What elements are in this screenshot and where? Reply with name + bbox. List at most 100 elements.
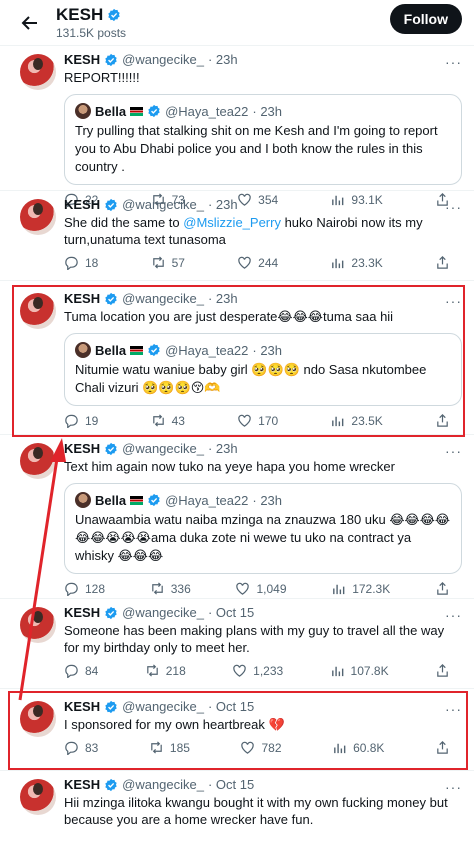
author-handle[interactable]: @wangecike_: [122, 699, 204, 714]
reply-button[interactable]: 128: [64, 581, 105, 596]
author-name[interactable]: KESH: [64, 52, 100, 67]
timestamp[interactable]: · 23h: [208, 291, 238, 306]
quote-text: Try pulling that stalking shit on me Kes…: [75, 123, 438, 174]
share-button[interactable]: [435, 581, 450, 596]
quoted-tweet[interactable]: Bella @Haya_tea22 · 23h Try pulling that …: [64, 94, 462, 185]
share-button[interactable]: [435, 740, 450, 755]
timestamp[interactable]: · Oct 15: [208, 699, 254, 714]
tweet[interactable]: KESH @wangecike_ · 23h ··· She did the sa…: [0, 191, 474, 281]
author-name[interactable]: KESH: [64, 441, 100, 456]
tweet-text: REPORT!!!!!!: [64, 70, 140, 85]
reply-button[interactable]: 19: [64, 413, 98, 428]
repost-icon: [151, 582, 163, 595]
share-button[interactable]: [435, 663, 450, 678]
more-options-icon[interactable]: ···: [445, 701, 462, 717]
avatar[interactable]: [20, 443, 56, 479]
tweet[interactable]: KESH @wangecike_ · 23h ··· REPORT!!!!!! B…: [0, 46, 474, 207]
heart-icon: [238, 256, 251, 269]
avatar[interactable]: [20, 779, 56, 815]
verified-badge-icon: [104, 197, 118, 212]
like-count: 782: [261, 740, 282, 755]
views-button[interactable]: 23.5K: [330, 413, 383, 428]
like-button[interactable]: 1,049: [235, 581, 287, 596]
verified-badge-icon: [104, 699, 118, 714]
timestamp[interactable]: · Oct 15: [208, 777, 254, 792]
share-icon: [437, 741, 448, 754]
author-name[interactable]: KESH: [64, 197, 100, 212]
timestamp[interactable]: · 23h: [208, 52, 238, 67]
mention-link[interactable]: @Mslizzie_Perry: [183, 215, 281, 230]
author-name[interactable]: KESH: [64, 605, 100, 620]
like-button[interactable]: 170: [237, 413, 278, 428]
quote-author-name: Bella: [95, 342, 127, 358]
share-icon: [437, 582, 448, 595]
author-handle[interactable]: @wangecike_: [122, 291, 204, 306]
like-button[interactable]: 1,233: [232, 663, 283, 678]
views-button[interactable]: 23.3K: [330, 255, 383, 270]
author-handle[interactable]: @wangecike_: [122, 52, 204, 67]
views-button[interactable]: 60.8K: [332, 740, 384, 755]
quoted-tweet[interactable]: Bella @Haya_tea22 · 23h Nitumie watu wani…: [64, 333, 462, 406]
more-options-icon[interactable]: ···: [445, 54, 462, 70]
more-options-icon[interactable]: ···: [445, 779, 462, 795]
tweet[interactable]: KESH @wangecike_ · 23h ··· Tuma location …: [0, 281, 474, 435]
repost-button[interactable]: 185: [149, 740, 190, 755]
timestamp[interactable]: · 23h: [208, 197, 238, 212]
avatar[interactable]: [20, 293, 56, 329]
tweet[interactable]: KESH @wangecike_ · Oct 15 ··· Hii mzinga …: [0, 771, 474, 841]
author-handle[interactable]: @wangecike_: [122, 197, 204, 212]
tweet-text: I sponsored for my own heartbreak 💔: [64, 717, 285, 732]
reply-button[interactable]: 83: [64, 740, 98, 755]
repost-button[interactable]: 57: [151, 255, 185, 270]
repost-button[interactable]: 336: [150, 581, 191, 596]
repost-button[interactable]: 43: [151, 413, 185, 428]
more-options-icon[interactable]: ···: [445, 199, 462, 215]
back-arrow-icon[interactable]: [12, 5, 48, 41]
tweet[interactable]: KESH @wangecike_ · Oct 15 ··· I sponsored…: [0, 689, 474, 771]
avatar[interactable]: [20, 701, 56, 737]
action-bar: 83 185 782 60.8K: [64, 740, 462, 755]
action-bar: 19 43 170 23.5K: [64, 413, 462, 428]
view-count: 107.8K: [350, 663, 389, 678]
avatar[interactable]: [20, 199, 56, 235]
author-name[interactable]: KESH: [64, 291, 100, 306]
timestamp[interactable]: · 23h: [208, 441, 238, 456]
quoted-tweet[interactable]: Bella @Haya_tea22 · 23h Unawaambia watu n…: [64, 483, 462, 574]
tweet[interactable]: KESH @wangecike_ · 23h ··· Text him again…: [0, 435, 474, 599]
reply-count: 83: [85, 740, 99, 755]
more-options-icon[interactable]: ···: [445, 443, 462, 459]
author-name[interactable]: KESH: [64, 777, 100, 792]
repost-button[interactable]: 218: [145, 663, 186, 678]
reply-button[interactable]: 18: [64, 255, 98, 270]
verified-badge-icon: [147, 493, 161, 507]
tweet[interactable]: KESH @wangecike_ · Oct 15 ··· Someone has…: [0, 599, 474, 689]
quote-author-handle: @Haya_tea22: [165, 492, 249, 508]
follow-button[interactable]: Follow: [389, 4, 462, 34]
author-name[interactable]: KESH: [64, 699, 100, 714]
avatar[interactable]: [20, 54, 56, 90]
views-button[interactable]: 107.8K: [330, 663, 389, 678]
author-handle[interactable]: @wangecike_: [122, 777, 204, 792]
like-count: 1,233: [253, 663, 284, 678]
author-handle[interactable]: @wangecike_: [122, 605, 204, 620]
views-icon: [333, 584, 345, 595]
like-button[interactable]: 782: [240, 740, 282, 755]
reply-button[interactable]: 84: [64, 663, 98, 678]
views-icon: [332, 416, 344, 427]
more-options-icon[interactable]: ···: [445, 607, 462, 623]
share-button[interactable]: [435, 255, 450, 270]
timestamp[interactable]: · Oct 15: [208, 605, 254, 620]
share-button[interactable]: [435, 413, 450, 428]
quote-text: Unawaambia watu naiba mzinga na znauzwa …: [75, 512, 451, 563]
views-button[interactable]: 172.3K: [331, 581, 390, 596]
quote-timestamp: · 23h: [252, 492, 283, 508]
tweet-text: Text him again now tuko na yeye hapa you…: [64, 459, 395, 474]
avatar[interactable]: [20, 607, 56, 643]
repost-icon: [152, 414, 164, 427]
author-handle[interactable]: @wangecike_: [122, 441, 204, 456]
like-button[interactable]: 244: [237, 255, 278, 270]
more-options-icon[interactable]: ···: [445, 293, 462, 309]
reply-icon: [65, 256, 78, 270]
like-count: 1,049: [256, 581, 287, 596]
action-bar: 18 57 244 23.3K: [64, 255, 462, 270]
